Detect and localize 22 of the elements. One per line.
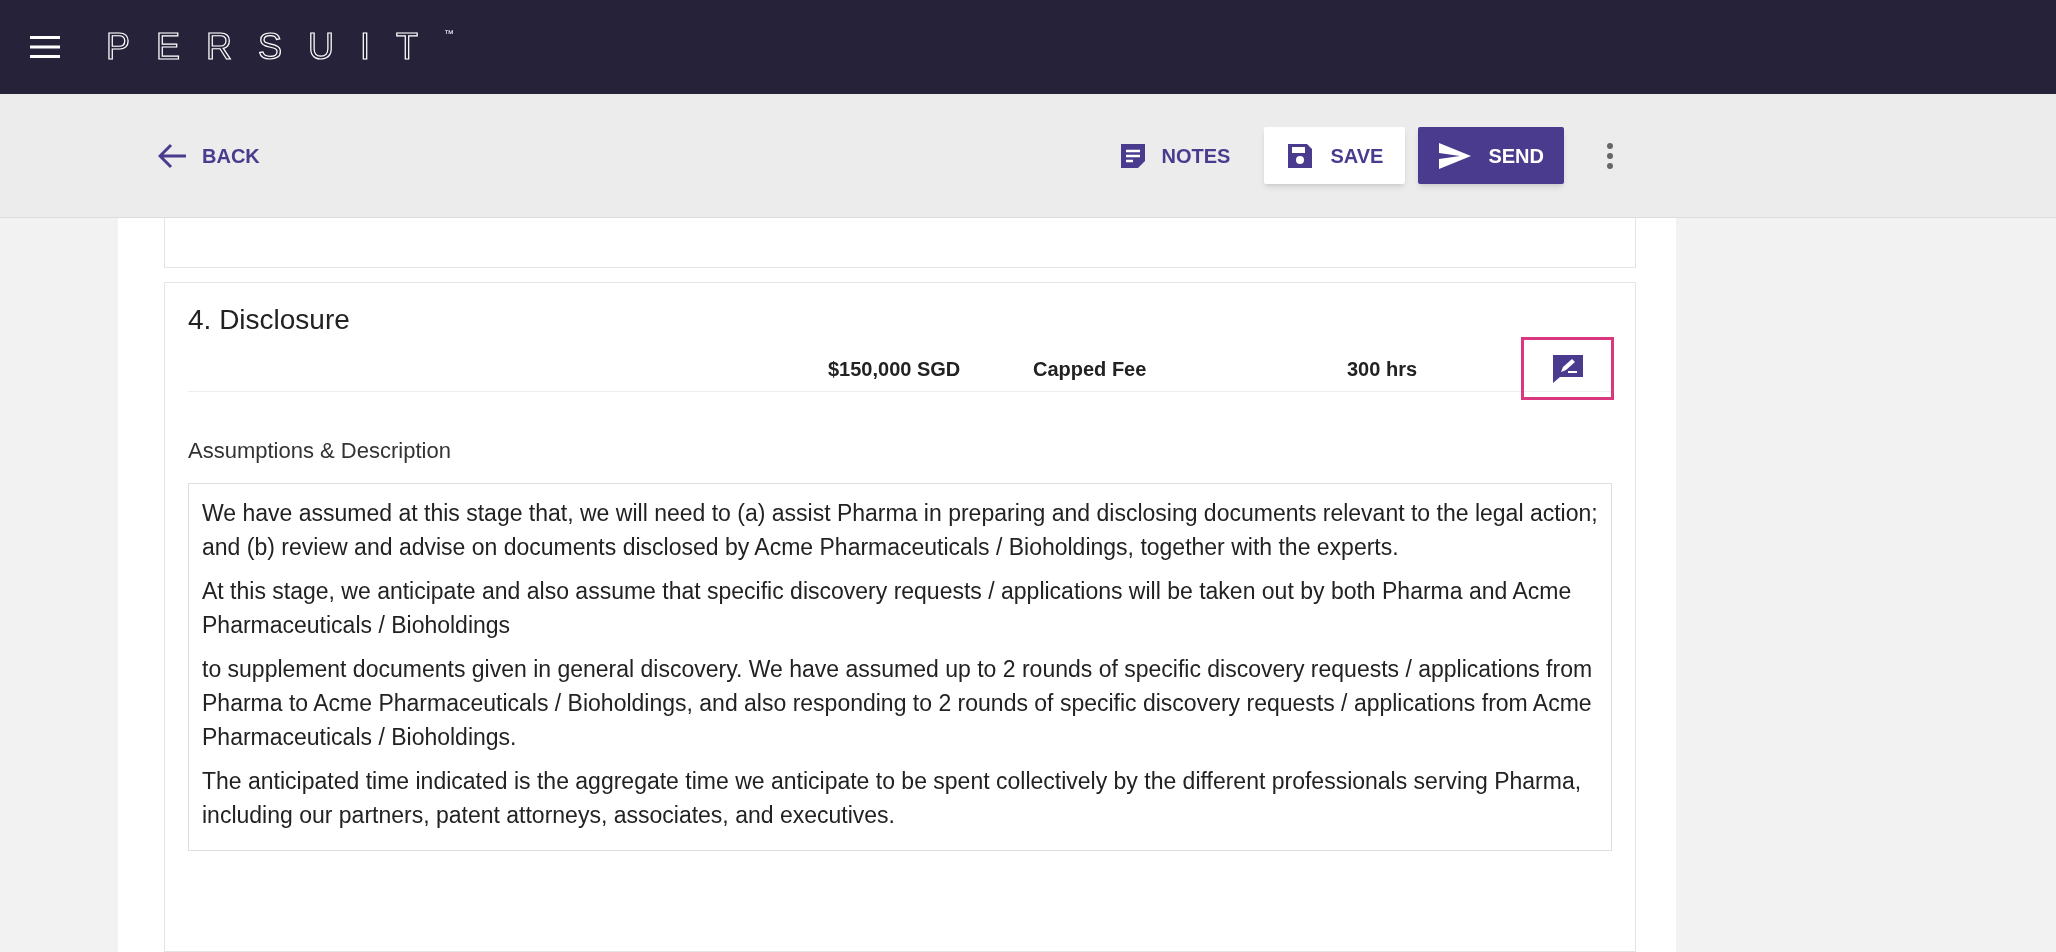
back-arrow-icon [158,142,188,169]
description-paragraph: to supplement documents given in general discovery. We have assumed up to 2 rounds of specific discovery requests / applications from Pharma to Acme Pharmaceuticals / Bioholdings, and also responding to 2 rounds of specific discovery requests / applications from Acme Pharmaceuticals / Bioholdings. [202,655,1594,752]
description-paragraph: The anticipated time indicated is the aggregate time we anticipate to be spent collectively by the different professionals serving Pharma, including our partners, patent attorneys, associates, and executives. [202,767,1583,830]
notes-button[interactable]: NOTES [1117,140,1231,171]
send-button[interactable]: SEND [1418,127,1564,184]
description-paragraph: We have assumed at this stage that, we will need to (a) assist Pharma in preparing and disclosing documents relevant to the legal action; and (b) review and advise on documents disclosed by Acme Pharmaceuticals / Bioholdings, together with the experts. [202,499,1598,562]
trademark: ™ [444,29,455,39]
menu-icon[interactable] [30,36,60,58]
price: $150,000 SGD [828,356,962,382]
description-paragraph: At this stage, we anticipate and also assume that specific discovery requests / applications will be taken out by both Pharma and Acme Pharmaceuticals / Bioholdings [202,577,1573,640]
comment-edit-button[interactable] [1521,337,1614,400]
description-label: Assumptions & Description [188,437,452,465]
save-button[interactable]: SAVE [1264,127,1406,184]
save-icon [1286,141,1315,170]
section-title: 4. Disclosure [188,303,351,337]
hours: 300 hrs [1347,356,1419,382]
logo: PERSUIT [106,29,445,65]
comment-edit-icon [1550,352,1585,385]
fee-type: Capped Fee [1033,356,1148,382]
more-options-icon[interactable] [1606,142,1614,169]
back-button[interactable]: BACK [158,140,260,171]
send-icon [1438,141,1473,170]
